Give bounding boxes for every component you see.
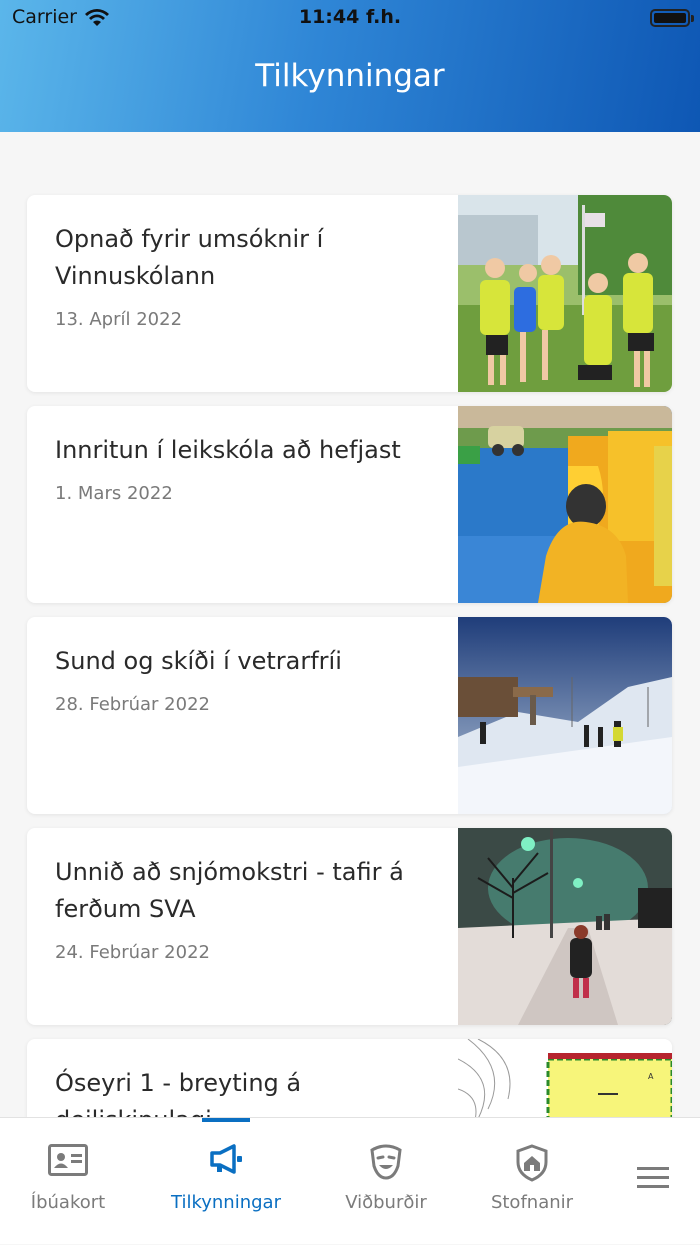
hamburger-menu-icon — [637, 1167, 669, 1188]
tab-label: Viðburðir — [345, 1192, 427, 1213]
tab-label: Íbúakort — [30, 1192, 106, 1213]
status-time: 11:44 f.h. — [298, 6, 402, 28]
news-card[interactable]: Sund og skíði í vetrarfríi 28. Febrúar 2… — [27, 617, 672, 814]
id-card-icon — [48, 1144, 88, 1176]
tab-tilkynningar[interactable]: Tilkynningar — [156, 1118, 296, 1245]
news-date: 24. Febrúar 2022 — [55, 942, 210, 963]
news-image — [458, 617, 672, 814]
menu-button[interactable] — [616, 1118, 690, 1245]
news-title: Unnið að snjómokstri - tafir á ferðum SV… — [55, 858, 404, 923]
theater-mask-icon — [370, 1144, 402, 1180]
news-title: Opnað fyrir umsóknir í Vinnuskólann — [55, 225, 324, 290]
news-image — [458, 406, 672, 603]
news-card[interactable]: Opnað fyrir umsóknir í Vinnuskólann 13. … — [27, 195, 672, 392]
status-bar: Carrier 11:44 f.h. — [0, 6, 700, 30]
news-card[interactable]: Innritun í leikskóla að hefjast 1. Mars … — [27, 406, 672, 603]
battery-icon — [650, 9, 694, 27]
news-date: 13. Apríl 2022 — [55, 309, 183, 330]
news-date: 1. Mars 2022 — [55, 483, 173, 504]
news-title: Innritun í leikskóla að hefjast — [55, 436, 401, 464]
tab-bar: Íbúakort Tilkynningar Viðburðir Stofnani… — [0, 1117, 700, 1244]
news-image — [458, 828, 672, 1025]
tab-label: Stofnanir — [490, 1192, 574, 1213]
page-title: Tilkynningar — [255, 58, 445, 94]
megaphone-icon — [210, 1144, 242, 1174]
tab-vidburdir[interactable]: Viðburðir — [318, 1118, 454, 1245]
news-image — [458, 195, 672, 392]
news-date: 28. Febrúar 2022 — [55, 694, 210, 715]
app-header: Carrier 11:44 f.h. Tilkynningar — [0, 0, 700, 132]
news-card[interactable]: Unnið að snjómokstri - tafir á ferðum SV… — [27, 828, 672, 1025]
tab-label: Tilkynningar — [171, 1192, 281, 1213]
tab-ibuakort[interactable]: Íbúakort — [0, 1118, 136, 1245]
svg-text:A: A — [648, 1072, 654, 1081]
news-title: Sund og skíði í vetrarfríi — [55, 647, 342, 675]
house-shield-icon — [516, 1144, 548, 1182]
tab-stofnanir[interactable]: Stofnanir — [464, 1118, 600, 1245]
